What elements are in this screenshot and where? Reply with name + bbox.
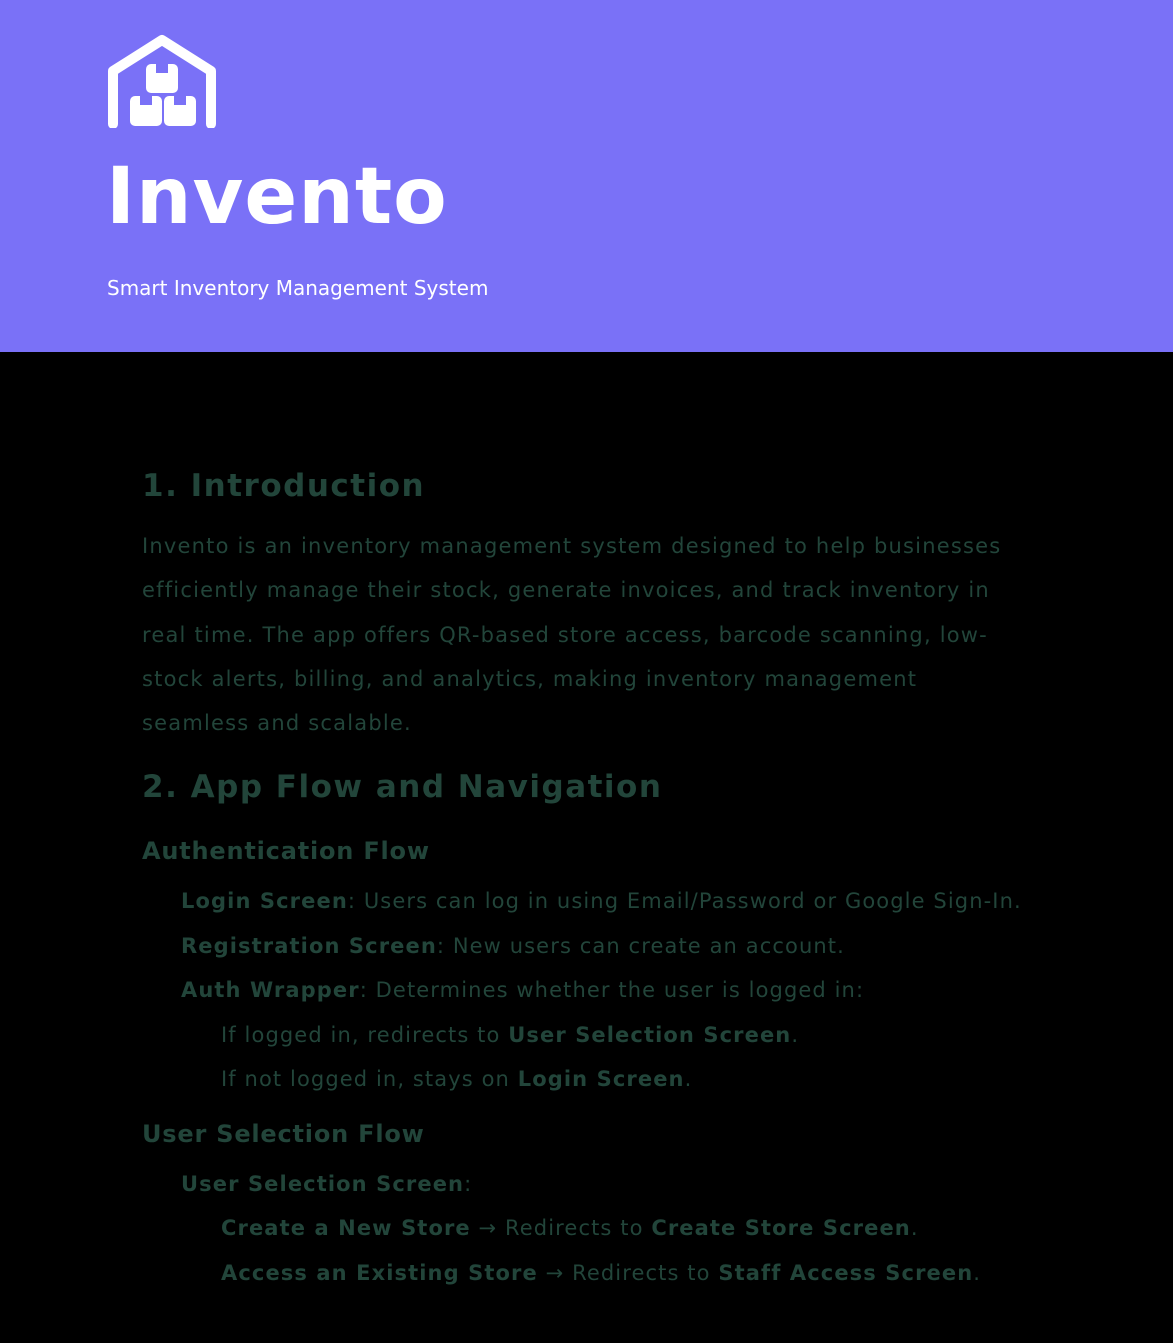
term: User Selection Screen <box>181 1171 465 1196</box>
heading-authentication-flow: Authentication Flow <box>142 837 430 866</box>
description: : Users can log in using Email/Password … <box>347 889 1022 914</box>
heading-user-selection-flow: User Selection Flow <box>142 1119 425 1148</box>
description: : Determines whether the user is logged … <box>359 978 865 1003</box>
term: User Selection Screen <box>508 1022 792 1047</box>
introduction-paragraph: Invento is an inventory management syste… <box>142 534 1002 736</box>
punctuation: . <box>910 1216 919 1241</box>
warehouse-boxes-icon <box>108 35 216 128</box>
term: Create Store Screen <box>651 1216 911 1241</box>
authentication-list: Login Screen: Users can log in using Ema… <box>142 879 1032 1102</box>
list-item: If logged in, redirects to User Selectio… <box>142 1013 1032 1058</box>
document-content: 1. Introduction Invento is an inventory … <box>142 458 1032 1295</box>
list-item: Auth Wrapper: Determines whether the use… <box>142 968 1032 1013</box>
term: Login Screen <box>517 1067 685 1092</box>
app-tagline: Smart Inventory Management System <box>107 276 489 300</box>
punctuation: . <box>973 1260 982 1285</box>
description: → Redirects to <box>470 1216 652 1241</box>
term: Login Screen <box>181 889 348 914</box>
list-item: Create a New Store → Redirects to Create… <box>142 1206 1032 1251</box>
term: Create a New Store <box>221 1216 471 1241</box>
term: Registration Screen <box>181 933 437 958</box>
punctuation: . <box>684 1067 693 1092</box>
app-title: Invento <box>106 152 448 242</box>
description: : New users can create an account. <box>436 933 845 958</box>
description: If logged in, redirects to <box>221 1022 509 1047</box>
list-item: Login Screen: Users can log in using Ema… <box>142 879 1032 924</box>
header-banner: Invento Smart Inventory Management Syste… <box>0 0 1173 352</box>
heading-app-flow: 2. App Flow and Navigation <box>142 769 663 806</box>
list-item: If not logged in, stays on Login Screen. <box>142 1057 1032 1102</box>
punctuation: . <box>791 1022 800 1047</box>
heading-introduction: 1. Introduction <box>142 468 426 504</box>
punctuation: : <box>464 1171 473 1196</box>
list-item: Access an Existing Store → Redirects to … <box>142 1251 1032 1296</box>
user-selection-list: User Selection Screen: Create a New Stor… <box>142 1162 1032 1296</box>
term: Access an Existing Store <box>221 1260 538 1285</box>
list-item: Registration Screen: New users can creat… <box>142 924 1032 969</box>
term: Staff Access Screen <box>718 1260 974 1285</box>
description: → Redirects to <box>537 1260 719 1285</box>
description: If not logged in, stays on <box>221 1067 518 1092</box>
list-item: User Selection Screen: <box>142 1162 1032 1207</box>
term: Auth Wrapper <box>181 978 360 1003</box>
